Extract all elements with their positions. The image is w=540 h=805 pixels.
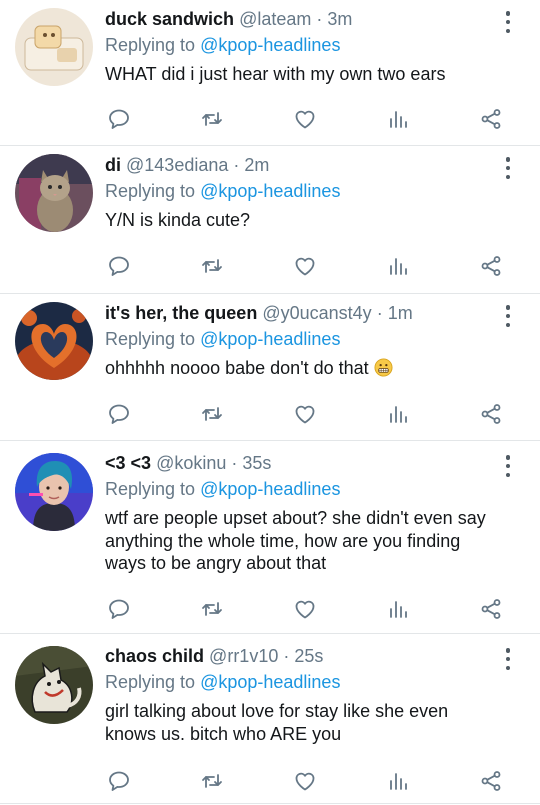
replying-to: Replying to @kpop-headlines [105,180,500,203]
stats-icon[interactable] [384,105,412,133]
tweet-item[interactable]: duck sandwich @lateam · 3m Replying to @… [0,0,540,146]
retweet-icon[interactable] [198,595,226,623]
tweet-actions [105,105,505,133]
mention-link[interactable]: @kpop-headlines [200,35,340,55]
retweet-icon[interactable] [198,767,226,795]
separator: · [283,646,290,666]
replying-to-label: Replying to [105,35,196,55]
mention-link[interactable]: @kpop-headlines [200,672,340,692]
tweet-header: duck sandwich @lateam · 3m [105,8,500,31]
like-icon[interactable] [291,595,319,623]
tweet-actions [105,252,505,280]
tweet-text: Y/N is kinda cute? [105,210,251,230]
separator: · [233,155,240,175]
replying-to-label: Replying to [105,181,196,201]
stats-icon[interactable] [384,252,412,280]
user-handle[interactable]: @y0ucanst4y [262,303,371,323]
replying-to: Replying to @kpop-headlines [105,671,500,694]
timestamp[interactable]: 1m [388,303,413,323]
tweet-text-row: ohhhhh noooo babe don't do that [105,357,500,380]
like-icon[interactable] [291,767,319,795]
separator: · [376,303,383,323]
grimacing-face-icon [374,358,393,377]
separator: · [316,9,323,29]
more-options-icon[interactable] [502,648,514,670]
timestamp[interactable]: 3m [327,9,352,29]
more-options-icon[interactable] [502,157,514,179]
tweet-actions [105,400,505,428]
separator: · [231,453,238,473]
display-name[interactable]: <3 <3 [105,453,151,473]
display-name[interactable]: duck sandwich [105,9,234,29]
replying-to: Replying to @kpop-headlines [105,34,500,57]
share-icon[interactable] [477,105,505,133]
reply-icon[interactable] [105,400,133,428]
share-icon[interactable] [477,252,505,280]
replying-to-label: Replying to [105,672,196,692]
user-handle[interactable]: @143ediana [126,155,228,175]
reply-icon[interactable] [105,595,133,623]
display-name[interactable]: it's her, the queen [105,303,257,323]
tweet-header: chaos child @rr1v10 · 25s [105,645,500,668]
tweet-actions [105,595,505,623]
tweet-item[interactable]: it's her, the queen @y0ucanst4y · 1m Rep… [0,294,540,441]
tweet-actions [105,767,505,795]
tweet-header: di @143ediana · 2m [105,154,500,177]
timestamp[interactable]: 35s [242,453,271,473]
timestamp[interactable]: 2m [244,155,269,175]
mention-link[interactable]: @kpop-headlines [200,479,340,499]
timestamp[interactable]: 25s [294,646,323,666]
more-options-icon[interactable] [502,11,514,33]
tweet-text: ohhhhh noooo babe don't do that [105,358,369,378]
replying-to: Replying to @kpop-headlines [105,478,500,501]
retweet-icon[interactable] [198,252,226,280]
tweet-item[interactable]: di @143ediana · 2m Replying to @kpop-hea… [0,146,540,294]
tweet-item[interactable]: chaos child @rr1v10 · 25s Replying to @k… [0,634,540,804]
retweet-icon[interactable] [198,400,226,428]
share-icon[interactable] [477,400,505,428]
display-name[interactable]: di [105,155,121,175]
reply-icon[interactable] [105,105,133,133]
avatar[interactable] [15,154,93,232]
tweet-item[interactable]: <3 <3 @kokinu · 35s Replying to @kpop-he… [0,441,540,634]
replying-to-label: Replying to [105,479,196,499]
avatar[interactable] [15,302,93,380]
user-handle[interactable]: @rr1v10 [209,646,278,666]
user-handle[interactable]: @lateam [239,9,311,29]
stats-icon[interactable] [384,595,412,623]
tweet-header: it's her, the queen @y0ucanst4y · 1m [105,302,500,325]
avatar[interactable] [15,646,93,724]
mention-link[interactable]: @kpop-headlines [200,329,340,349]
tweet-text: WHAT did i just hear with my own two ear… [105,64,446,84]
avatar[interactable] [15,453,93,531]
reply-feed: duck sandwich @lateam · 3m Replying to @… [0,0,540,804]
tweet-text: wtf are people upset about? she didn't e… [105,508,486,573]
avatar[interactable] [15,8,93,86]
stats-icon[interactable] [384,400,412,428]
mention-link[interactable]: @kpop-headlines [200,181,340,201]
tweet-text: girl talking about love for stay like sh… [105,701,449,744]
reply-icon[interactable] [105,252,133,280]
share-icon[interactable] [477,767,505,795]
more-options-icon[interactable] [502,305,514,327]
share-icon[interactable] [477,595,505,623]
user-handle[interactable]: @kokinu [156,453,226,473]
replying-to: Replying to @kpop-headlines [105,328,500,351]
stats-icon[interactable] [384,767,412,795]
reply-icon[interactable] [105,767,133,795]
tweet-header: <3 <3 @kokinu · 35s [105,452,500,475]
display-name[interactable]: chaos child [105,646,204,666]
replying-to-label: Replying to [105,329,196,349]
retweet-icon[interactable] [198,105,226,133]
like-icon[interactable] [291,105,319,133]
more-options-icon[interactable] [502,455,514,477]
like-icon[interactable] [291,400,319,428]
like-icon[interactable] [291,252,319,280]
